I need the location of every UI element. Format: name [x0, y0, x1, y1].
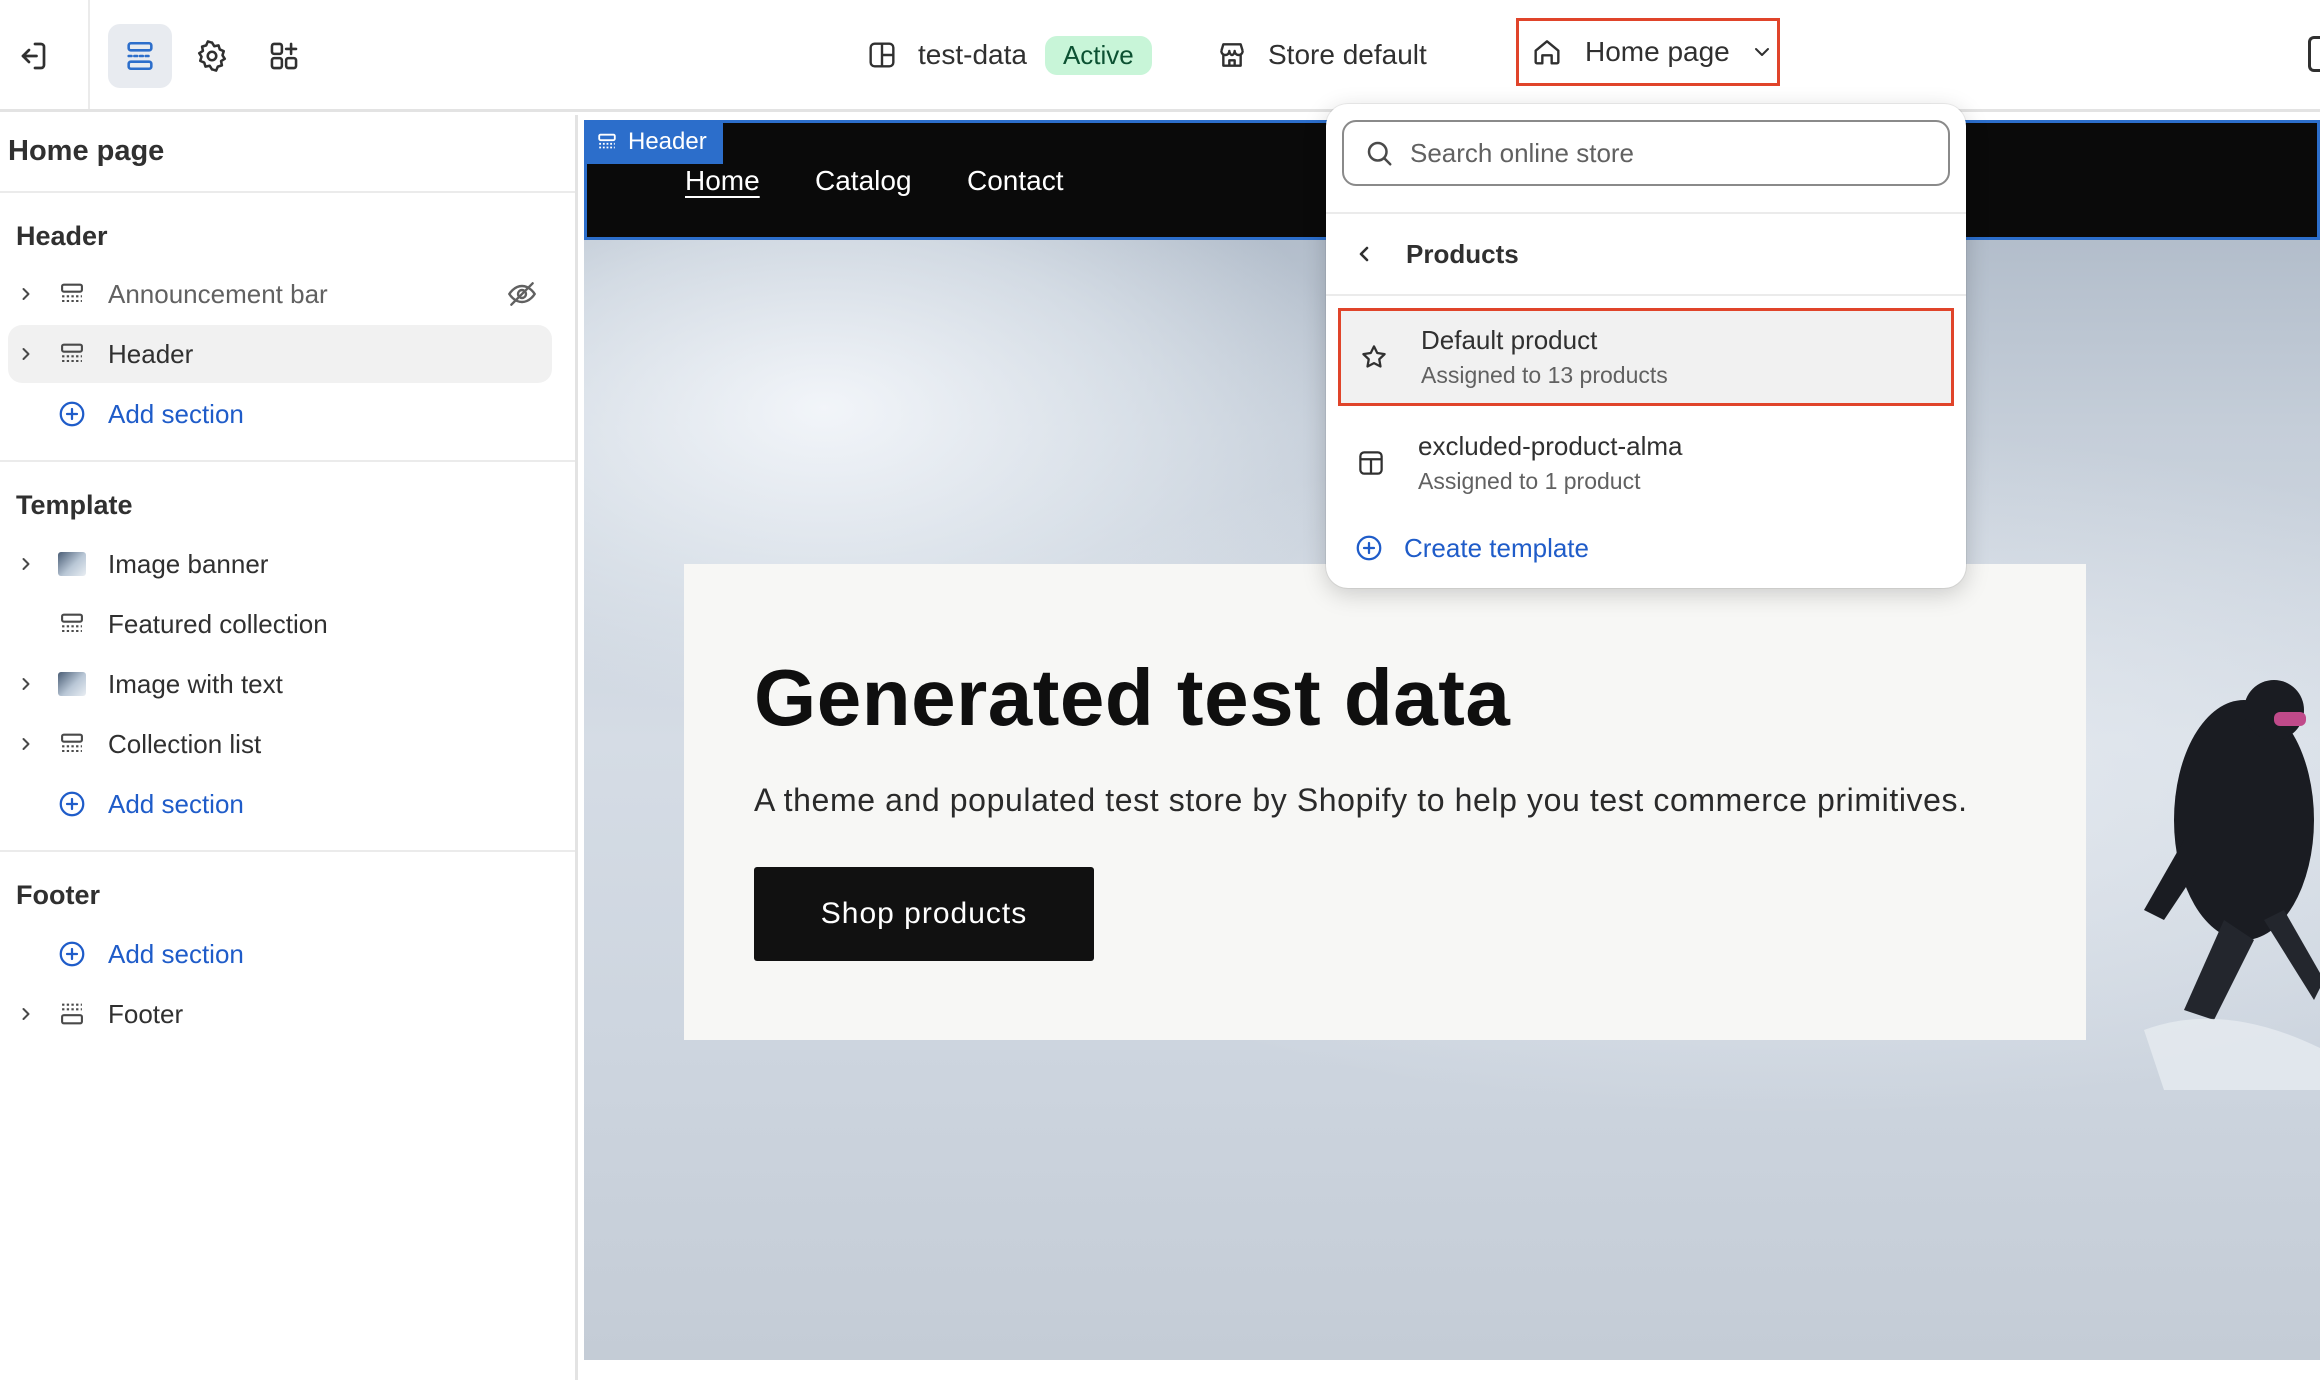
- sidebar-title: Home page: [8, 135, 165, 167]
- chevron-right-icon[interactable]: [8, 344, 44, 364]
- chevron-left-icon: [1352, 242, 1376, 266]
- section-layout-icon: [54, 610, 90, 638]
- section-item-announcement-bar[interactable]: Announcement bar: [8, 265, 552, 323]
- snowboarder-image: [2144, 680, 2320, 1090]
- store-icon: [1216, 39, 1248, 71]
- add-section-label: Add section: [108, 788, 244, 819]
- star-icon: [1355, 342, 1393, 372]
- hero-subtitle: A theme and populated test store by Shop…: [754, 782, 1968, 818]
- shop-products-button[interactable]: Shop products: [754, 867, 1094, 961]
- add-section-label: Add section: [108, 398, 244, 429]
- plus-circle-icon: [54, 399, 90, 429]
- store-context-selector[interactable]: Store default: [1216, 30, 1427, 80]
- page-selector-label: Home page: [1585, 36, 1730, 67]
- section-item-footer[interactable]: Footer: [8, 985, 552, 1043]
- section-label: Announcement bar: [108, 278, 328, 309]
- section-layout-icon: [54, 340, 90, 368]
- theme-layout-icon: [866, 39, 898, 71]
- nav-link-home[interactable]: Home: [685, 165, 760, 197]
- preview-device-icon[interactable]: [2308, 36, 2320, 72]
- search-field[interactable]: [1342, 120, 1950, 186]
- apps-icon[interactable]: [252, 24, 316, 88]
- search-input[interactable]: [1410, 137, 1930, 169]
- plus-circle-icon: [54, 789, 90, 819]
- sections-icon[interactable]: [108, 24, 172, 88]
- chevron-right-icon[interactable]: [8, 284, 44, 304]
- option-title: Default product: [1421, 325, 1598, 355]
- group-label-template: Template: [16, 490, 133, 520]
- add-section-label: Add section: [108, 938, 244, 969]
- group-label-header: Header: [16, 221, 108, 251]
- sections-sidebar: Home page Header Announcement bar Header…: [0, 115, 578, 1380]
- option-subtitle: Assigned to 1 product: [1418, 468, 1641, 494]
- section-item-image-banner[interactable]: Image banner: [8, 535, 552, 593]
- chevron-right-icon[interactable]: [8, 554, 44, 574]
- chevron-right-icon[interactable]: [8, 1004, 44, 1024]
- divider: [0, 191, 575, 193]
- back-label: Products: [1406, 238, 1519, 269]
- add-section-button-header[interactable]: Add section: [8, 385, 552, 443]
- theme-selector[interactable]: test-data Active: [866, 30, 1152, 80]
- store-context-label: Store default: [1268, 39, 1427, 70]
- theme-name: test-data: [918, 39, 1027, 70]
- section-label: Footer: [108, 998, 184, 1029]
- template-option-excluded-product-alma[interactable]: excluded-product-alma Assigned to 1 prod…: [1338, 414, 1954, 512]
- section-layout-icon: [596, 131, 618, 153]
- create-template-label: Create template: [1404, 532, 1589, 563]
- back-to-categories-button[interactable]: Products: [1352, 232, 1519, 276]
- section-label: Featured collection: [108, 608, 328, 639]
- section-item-image-with-text[interactable]: Image with text: [8, 655, 552, 713]
- exit-icon[interactable]: [0, 24, 64, 88]
- topbar-divider: [88, 0, 90, 109]
- section-label: Collection list: [108, 728, 262, 759]
- nav-link-catalog[interactable]: Catalog: [815, 165, 912, 197]
- section-layout-icon: [54, 730, 90, 758]
- group-label-footer: Footer: [16, 880, 100, 910]
- nav-link-contact[interactable]: Contact: [967, 165, 1064, 197]
- top-bar: test-data Active Store default Home page: [0, 0, 2320, 112]
- section-item-collection-list[interactable]: Collection list: [8, 715, 552, 773]
- hidden-eye-icon[interactable]: [506, 278, 538, 310]
- page-selector[interactable]: Home page: [1516, 18, 1780, 86]
- divider: [1326, 212, 1966, 214]
- image-thumbnail-icon: [54, 552, 90, 576]
- add-section-button-footer[interactable]: Add section: [8, 925, 552, 983]
- home-icon: [1531, 36, 1563, 68]
- section-label: Image with text: [108, 668, 283, 699]
- section-label: Header: [108, 338, 194, 369]
- plus-circle-icon: [1354, 533, 1384, 563]
- chevron-down-icon: [1750, 40, 1774, 64]
- divider: [0, 850, 575, 852]
- section-layout-icon: [54, 280, 90, 308]
- hero-card: Generated test data A theme and populate…: [684, 564, 2086, 1040]
- create-template-button[interactable]: Create template: [1354, 526, 1589, 570]
- hero-title: Generated test data: [754, 653, 1511, 742]
- chevron-right-icon[interactable]: [8, 734, 44, 754]
- page-selector-dropdown: Products Default product Assigned to 13 …: [1326, 104, 1966, 588]
- plus-circle-icon: [54, 939, 90, 969]
- option-title: excluded-product-alma: [1418, 431, 1683, 461]
- option-subtitle: Assigned to 13 products: [1421, 362, 1668, 388]
- section-item-featured-collection[interactable]: Featured collection: [8, 595, 552, 653]
- template-layout-icon: [1352, 448, 1390, 478]
- settings-gear-icon[interactable]: [180, 24, 244, 88]
- status-badge: Active: [1044, 35, 1152, 75]
- section-tag-label: Header: [628, 128, 707, 155]
- template-option-default-product[interactable]: Default product Assigned to 13 products: [1338, 308, 1954, 406]
- section-item-header[interactable]: Header: [8, 325, 552, 383]
- divider: [1326, 294, 1966, 296]
- add-section-button-template[interactable]: Add section: [8, 775, 552, 833]
- section-header-tag[interactable]: Header: [584, 120, 723, 164]
- footer-layout-icon: [54, 1000, 90, 1028]
- search-icon: [1364, 138, 1394, 168]
- divider: [0, 460, 575, 462]
- chevron-right-icon[interactable]: [8, 674, 44, 694]
- section-label: Image banner: [108, 548, 269, 579]
- image-thumbnail-icon: [54, 672, 90, 696]
